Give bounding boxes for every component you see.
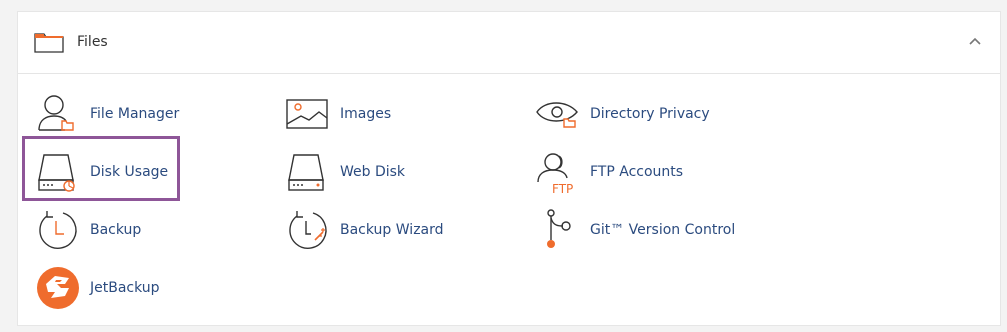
disk-usage-link[interactable]: Disk Usage — [35, 150, 265, 194]
file-manager-link[interactable]: File Manager — [35, 92, 265, 136]
directory-privacy-link[interactable]: Directory Privacy — [535, 92, 765, 136]
jetbackup-icon — [37, 267, 79, 309]
backup-link[interactable]: Backup — [35, 208, 265, 252]
web-disk-label: Web Disk — [340, 164, 406, 180]
images-label: Images — [340, 106, 392, 122]
files-section-header[interactable]: Files — [18, 12, 1000, 74]
images-icon — [286, 99, 328, 129]
git-version-control-icon — [547, 209, 571, 248]
disk-usage-label: Disk Usage — [90, 164, 169, 180]
disk-usage-icon — [38, 154, 75, 192]
file-manager-label: File Manager — [90, 106, 180, 122]
web-disk-icon — [288, 154, 324, 191]
section-title: Files — [77, 34, 108, 50]
backup-wizard-icon — [289, 211, 327, 249]
directory-privacy-icon — [536, 102, 578, 128]
jetbackup-link[interactable]: JetBackup — [35, 266, 265, 310]
ftp-accounts-link[interactable]: FTP FTP Accounts — [535, 150, 765, 194]
git-version-control-link[interactable]: Git™ Version Control — [535, 208, 765, 252]
images-link[interactable]: Images — [285, 92, 515, 136]
backup-icon — [39, 211, 77, 249]
backup-label: Backup — [90, 222, 142, 238]
backup-wizard-link[interactable]: Backup Wizard — [285, 208, 515, 252]
directory-privacy-label: Directory Privacy — [590, 106, 710, 122]
svg-text:FTP: FTP — [552, 182, 573, 194]
jetbackup-label: JetBackup — [90, 280, 160, 296]
files-panel: Files File Manager Images Directory Priv… — [17, 11, 1001, 326]
web-disk-link[interactable]: Web Disk — [285, 150, 515, 194]
folder-icon — [34, 33, 64, 53]
git-version-control-label: Git™ Version Control — [590, 222, 736, 238]
ftp-accounts-icon: FTP — [537, 153, 573, 194]
backup-wizard-label: Backup Wizard — [340, 222, 444, 238]
chevron-up-icon[interactable] — [968, 36, 982, 46]
ftp-accounts-label: FTP Accounts — [590, 164, 684, 180]
file-manager-icon — [38, 95, 74, 131]
